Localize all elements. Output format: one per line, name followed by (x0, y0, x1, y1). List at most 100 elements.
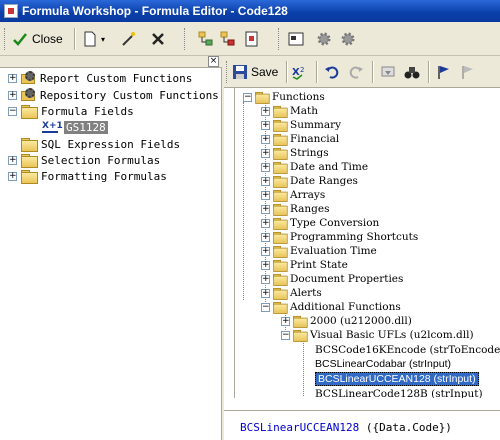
tree-item-formatting-formulas[interactable]: + Formatting Formulas (8, 168, 167, 184)
expand-icon[interactable]: + (8, 171, 17, 181)
tree-item-evaluation-time[interactable]: + Evaluation Time (261, 244, 377, 258)
tree-item-summary[interactable]: + Summary (261, 118, 341, 132)
tree-item-date-and-time[interactable]: + Date and Time (261, 160, 368, 174)
tree-item-type-conversion[interactable]: + Type Conversion (261, 216, 379, 230)
tree-item-gs1128[interactable]: X+1 GS1128 (42, 119, 108, 135)
formula-icon: X+1 (42, 120, 63, 133)
tree-button-3[interactable] (244, 27, 260, 51)
gear-button-1[interactable] (316, 27, 332, 51)
expand-icon[interactable]: + (261, 190, 270, 200)
flag-button[interactable] (436, 60, 452, 84)
tree-item-label: Print State (290, 259, 348, 271)
tree-item-arrays[interactable]: + Arrays (261, 188, 325, 202)
bookmark-button[interactable] (380, 60, 396, 84)
tree-item-selection-formulas[interactable]: + Selection Formulas (8, 152, 160, 168)
folder-open-icon (255, 91, 270, 104)
folder-icon (273, 217, 288, 230)
folder-icon (273, 231, 288, 244)
tree-item-functions-root[interactable]: − Functions (243, 90, 325, 104)
magic-wand-icon (120, 31, 136, 47)
tree-item-strings[interactable]: + Strings (261, 146, 329, 160)
tree-item-financial[interactable]: + Financial (261, 132, 339, 146)
gear-icon (316, 31, 332, 47)
title-bar: Formula Workshop - Formula Editor - Code… (0, 0, 500, 22)
tree-item-document-properties[interactable]: + Document Properties (261, 272, 403, 286)
expand-icon[interactable]: + (261, 176, 270, 186)
tree-item-label: Math (290, 105, 318, 117)
undo-button[interactable] (324, 60, 340, 84)
tree-item-print-state[interactable]: + Print State (261, 258, 348, 272)
tree-item-bcscode16kencode[interactable]: BCSCode16KEncode (strToEncode) (315, 343, 500, 357)
tree-item-bcslinearcodabar[interactable]: BCSLinearCodabar (strInput) (315, 357, 451, 371)
properties-button[interactable] (288, 27, 304, 51)
tree-item-label: 2000 (u212000.dll) (310, 315, 412, 327)
tree-item-ranges[interactable]: + Ranges (261, 202, 330, 216)
check-syntax-button[interactable]: X2 (292, 60, 308, 84)
tree-item-math[interactable]: + Math (261, 104, 318, 118)
tree-item-programming-shortcuts[interactable]: + Programming Shortcuts (261, 230, 418, 244)
tree-item-2000-dll[interactable]: +2000 (u212000.dll) (281, 314, 412, 328)
expand-icon[interactable]: + (261, 218, 270, 228)
expand-icon[interactable]: + (261, 106, 270, 116)
collapse-icon[interactable]: − (261, 302, 270, 312)
close-panel-icon[interactable]: × (208, 56, 219, 67)
tree-item-label: Date Ranges (290, 175, 358, 187)
expand-icon[interactable]: + (8, 73, 17, 83)
tree-item-label: Repository Custom Functions (40, 88, 219, 102)
panel-header: × (0, 56, 222, 68)
tree-item-label: Document Properties (290, 273, 404, 285)
expand-icon[interactable]: + (261, 162, 270, 172)
tree-item-sql-expression-fields[interactable]: SQL Expression Fields (21, 136, 180, 152)
tree-item-bcslinearuccean128[interactable]: BCSLinearUCCEAN128 (strInput) (315, 372, 479, 386)
tree-item-repository-custom-functions[interactable]: + Repository Custom Functions (8, 87, 219, 103)
clear-flags-button[interactable] (460, 60, 476, 84)
collapse-icon[interactable]: − (281, 330, 290, 340)
find-button[interactable] (404, 60, 420, 84)
save-label: Save (251, 65, 279, 79)
wand-button[interactable] (120, 27, 136, 51)
collapse-icon[interactable]: − (8, 106, 17, 116)
tree-item-date-ranges[interactable]: + Date Ranges (261, 174, 358, 188)
separator (316, 61, 318, 83)
tree-item-visual-basic-ufls[interactable]: − Visual Basic UFLs (u2lcom.dll) (281, 328, 474, 342)
tree-item-additional-functions[interactable]: − Additional Functions (261, 300, 401, 314)
expand-icon[interactable]: + (261, 204, 270, 214)
tree-button-2[interactable] (220, 27, 236, 51)
expand-icon[interactable]: + (281, 316, 290, 326)
delete-button[interactable] (150, 27, 166, 51)
tree-scroll-area (234, 398, 500, 410)
toolbar-grip (4, 28, 7, 50)
expand-icon[interactable]: + (261, 134, 270, 144)
tree-item-report-custom-functions[interactable]: + Report Custom Functions (8, 70, 192, 86)
expand-icon[interactable]: + (261, 232, 270, 242)
folder-icon (21, 153, 38, 168)
expand-icon[interactable]: + (261, 246, 270, 256)
gear-icon (340, 31, 356, 47)
gear-button-2[interactable] (340, 27, 356, 51)
expand-icon[interactable]: + (8, 155, 17, 165)
close-button[interactable]: Close (12, 27, 63, 51)
save-button[interactable]: Save (232, 60, 278, 84)
toolbar-grip (184, 28, 187, 50)
new-button[interactable]: ▾ (82, 27, 105, 51)
folder-icon (273, 133, 288, 146)
tree-item-label: Strings (290, 147, 329, 159)
tree-button-1[interactable] (198, 27, 214, 51)
gear-folder-icon (21, 88, 37, 102)
tree-item-label: BCSLinearCodabar (strInput) (315, 358, 451, 370)
expand-icon[interactable]: + (261, 120, 270, 130)
formula-text-area[interactable]: BCSLinearUCCEAN128 ({Data.Code}) (224, 410, 500, 440)
tree-item-alerts[interactable]: + Alerts (261, 286, 322, 300)
save-icon (232, 64, 248, 80)
folder-icon (273, 105, 288, 118)
expand-icon[interactable]: + (261, 288, 270, 298)
redo-button[interactable] (348, 60, 364, 84)
document-tree-icon (244, 31, 260, 47)
tree-item-formula-fields[interactable]: − Formula Fields (8, 103, 134, 119)
folder-open-icon (293, 329, 308, 342)
expand-icon[interactable]: + (8, 90, 17, 100)
expand-icon[interactable]: + (261, 148, 270, 158)
collapse-icon[interactable]: − (243, 92, 252, 102)
expand-icon[interactable]: + (261, 274, 270, 284)
expand-icon[interactable]: + (261, 260, 270, 270)
